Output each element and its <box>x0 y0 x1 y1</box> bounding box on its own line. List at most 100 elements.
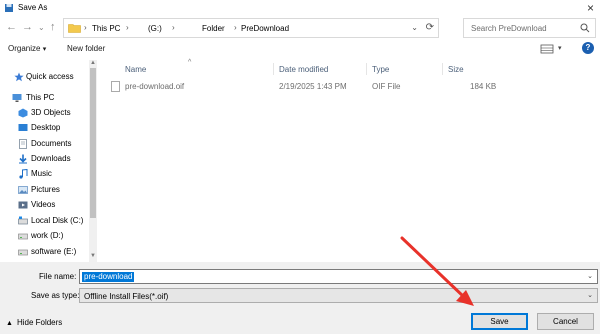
breadcrumb-separator-icon: › <box>172 23 175 32</box>
nav-item-desktop[interactable]: Desktop <box>0 121 90 135</box>
nav-item-local-disk-c[interactable]: Local Disk (C:) <box>0 214 90 228</box>
search-placeholder: Search PreDownload <box>471 24 547 33</box>
column-header-size[interactable]: Size <box>448 65 464 74</box>
close-icon[interactable]: × <box>587 1 594 15</box>
picture-icon <box>18 186 28 194</box>
file-type: OIF File <box>372 82 401 91</box>
file-row[interactable]: pre-download.oif 2/19/2025 1:43 PM OIF F… <box>108 80 588 94</box>
nav-item-label: Quick access <box>26 72 74 81</box>
breadcrumb-this-pc[interactable]: This PC <box>92 24 120 33</box>
download-icon <box>19 154 27 164</box>
organize-chevron-icon: ▾ <box>42 46 47 53</box>
nav-item-label: Videos <box>31 200 56 209</box>
music-icon <box>19 169 28 179</box>
nav-item-pictures[interactable]: Pictures <box>0 183 90 197</box>
recent-locations-chevron-icon[interactable]: ⌄ <box>38 23 45 32</box>
file-date-modified: 2/19/2025 1:43 PM <box>279 82 347 91</box>
document-icon <box>19 139 27 149</box>
navigation-scrollbar[interactable]: ▲ ▼ <box>89 60 97 262</box>
title-bar: Save As × <box>0 0 600 16</box>
drive-icon <box>18 233 28 240</box>
address-bar[interactable]: › This PC › (G:) › Folder › PreDownload … <box>63 18 439 38</box>
organize-button[interactable]: Organize ▾ <box>8 44 46 53</box>
hide-folders-label: Hide Folders <box>16 318 63 327</box>
nav-item-music[interactable]: Music <box>0 167 90 181</box>
back-arrow-icon[interactable]: ← <box>6 21 17 33</box>
filename-value: pre-download <box>82 272 135 282</box>
folder-icon <box>68 24 81 33</box>
file-size: 184 KB <box>470 82 497 91</box>
nav-item-documents[interactable]: Documents <box>0 137 90 151</box>
save-as-type-chevron-icon: ⌄ <box>587 292 593 299</box>
save-dialog-icon <box>5 4 13 12</box>
nav-item-label: This PC <box>26 93 55 102</box>
nav-item-label: Local Disk (C:) <box>31 216 84 225</box>
column-divider[interactable] <box>273 63 274 75</box>
cancel-button[interactable]: Cancel <box>537 313 594 330</box>
nav-item-label: work (D:) <box>31 231 64 240</box>
sort-ascending-icon: ^ <box>188 59 192 66</box>
video-icon <box>18 201 28 209</box>
scroll-down-arrow-icon[interactable]: ▼ <box>90 253 96 259</box>
scroll-up-arrow-icon[interactable]: ▲ <box>90 60 96 66</box>
desktop-icon <box>18 124 28 131</box>
nav-item-label: Downloads <box>31 154 71 163</box>
new-folder-button[interactable]: New folder <box>67 44 105 53</box>
forward-arrow-icon[interactable]: → <box>22 21 33 33</box>
filename-label: File name: <box>39 272 77 281</box>
save-as-type-select[interactable]: Offline Install Files(*.oif) ⌄ <box>79 288 598 303</box>
view-options-chevron-icon[interactable]: ▾ <box>558 44 562 52</box>
column-header-type[interactable]: Type <box>372 65 389 74</box>
computer-icon <box>12 94 22 102</box>
command-bar: Organize ▾ New folder <box>0 40 600 58</box>
nav-item-work-d[interactable]: work (D:) <box>0 229 90 243</box>
breadcrumb-predownload[interactable]: PreDownload <box>241 24 289 33</box>
nav-item-videos[interactable]: Videos <box>0 198 90 212</box>
cube-icon <box>18 108 28 118</box>
drive-icon <box>18 216 28 225</box>
breadcrumb-separator-icon: › <box>234 23 237 32</box>
nav-item-label: Pictures <box>31 185 60 194</box>
nav-item-label: 3D Objects <box>31 108 71 117</box>
save-as-type-label: Save as type: <box>31 291 80 300</box>
filename-chevron-icon[interactable]: ⌄ <box>587 272 593 280</box>
filename-field[interactable]: pre-download ⌄ <box>79 269 598 284</box>
nav-item-label: software (E:) <box>31 247 77 256</box>
star-icon <box>14 72 24 82</box>
navigation-pane: Quick access This PC 3D Objects Desktop … <box>0 60 97 262</box>
breadcrumb-separator-icon: › <box>126 23 129 32</box>
nav-item-downloads[interactable]: Downloads <box>0 152 90 166</box>
column-header-date-modified[interactable]: Date modified <box>279 65 328 74</box>
drive-icon <box>18 249 28 256</box>
organize-label: Organize <box>8 44 41 53</box>
breadcrumb-folder[interactable]: Folder <box>202 24 225 33</box>
column-divider[interactable] <box>366 63 367 75</box>
nav-item-software-e[interactable]: software (E:) <box>0 245 90 259</box>
collapse-chevron-icon: ▲ <box>6 320 13 327</box>
file-icon <box>111 81 120 92</box>
hide-folders-button[interactable]: ▲ Hide Folders <box>6 318 62 327</box>
file-list: ^ Name Date modified Type Size pre-downl… <box>98 59 600 262</box>
breadcrumb-drive[interactable]: (G:) <box>148 24 162 33</box>
scrollbar-thumb[interactable] <box>90 68 96 218</box>
breadcrumb-separator-icon: › <box>84 23 87 32</box>
nav-item-quick-access[interactable]: Quick access <box>0 70 90 84</box>
nav-item-3d-objects[interactable]: 3D Objects <box>0 106 90 120</box>
nav-item-label: Desktop <box>31 123 61 132</box>
file-name: pre-download.oif <box>125 82 185 91</box>
save-button[interactable]: Save <box>471 313 528 330</box>
window-title: Save As <box>18 3 48 12</box>
refresh-icon[interactable]: ⟳ <box>426 22 434 33</box>
save-as-type-value: Offline Install Files(*.oif) <box>84 292 169 301</box>
nav-item-label: Documents <box>31 139 72 148</box>
up-arrow-icon[interactable]: ↑ <box>50 21 56 33</box>
view-options-icon[interactable] <box>540 44 554 54</box>
nav-item-this-pc[interactable]: This PC <box>0 91 90 105</box>
column-divider[interactable] <box>442 63 443 75</box>
search-input[interactable]: Search PreDownload <box>463 18 596 38</box>
nav-item-label: Music <box>31 169 52 178</box>
help-icon[interactable]: ? <box>582 42 594 54</box>
column-header-name[interactable]: Name <box>125 65 146 74</box>
search-icon <box>580 23 590 33</box>
address-history-chevron-icon[interactable]: ⌄ <box>411 23 418 32</box>
